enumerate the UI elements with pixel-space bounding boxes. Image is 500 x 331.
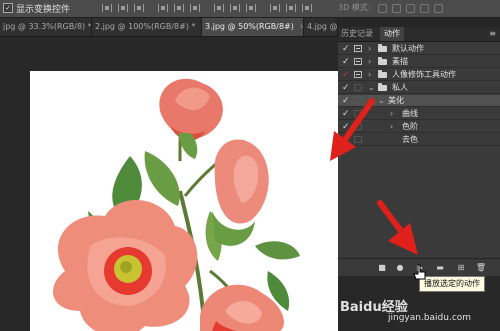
- 3d-drag-icon[interactable]: [406, 4, 415, 13]
- dialog-toggle-icon[interactable]: [354, 45, 362, 52]
- distribute-horizontal-center-icon[interactable]: [286, 4, 296, 12]
- action-set-label: 默认动作: [392, 44, 424, 53]
- action-set-portrait-retouch[interactable]: ✓ › 人像修饰工具动作: [338, 69, 500, 81]
- toggle-check-icon[interactable]: ✓: [342, 44, 350, 54]
- document-tab-2[interactable]: 2.jpg @ 100%(RGB/8#) *×: [92, 18, 202, 36]
- action-step-label: 色阶: [402, 122, 418, 131]
- chevron-right-icon[interactable]: ›: [368, 70, 371, 80]
- distribute-bottom-icon[interactable]: [246, 4, 256, 12]
- document-tab-3-active[interactable]: 3.jpg @ 50%(RGB/8#)×: [202, 18, 304, 36]
- document-tab-label: jpg @ 33.3%(RGB/8) *: [3, 22, 92, 31]
- align-vertical-center-icon[interactable]: [118, 4, 128, 12]
- chevron-down-icon[interactable]: ⌄: [378, 96, 385, 106]
- new-action-icon[interactable]: ⊞: [455, 262, 467, 274]
- chevron-right-icon[interactable]: ›: [390, 122, 393, 132]
- action-set-label: 人像修饰工具动作: [392, 70, 456, 79]
- align-left-icon[interactable]: [158, 4, 168, 12]
- action-step-label: 去色: [402, 135, 418, 144]
- chevron-right-icon[interactable]: ›: [368, 57, 371, 67]
- action-set-label: 素描: [392, 57, 408, 66]
- toggle-check-icon[interactable]: ✓: [342, 83, 350, 93]
- distribute-left-icon[interactable]: [270, 4, 280, 12]
- distribute-top-icon[interactable]: [214, 4, 224, 12]
- 3d-roll-icon[interactable]: [392, 4, 401, 13]
- show-transform-controls-checkbox[interactable]: ✓: [3, 3, 13, 13]
- show-transform-controls-label[interactable]: 显示变换控件: [16, 2, 70, 15]
- document-tab-label: 4.jpg @: [307, 22, 338, 31]
- align-bottom-icon[interactable]: [134, 4, 144, 12]
- action-set-label: 私人: [392, 83, 408, 92]
- chevron-right-icon[interactable]: ›: [368, 44, 371, 54]
- hibiscus-flower-illustration: [53, 78, 300, 331]
- dialog-toggle-icon[interactable]: [354, 71, 362, 78]
- folder-icon: [378, 70, 387, 78]
- document-tab-bar: jpg @ 33.3%(RGB/8) *× 2.jpg @ 100%(RGB/8…: [0, 18, 338, 37]
- chevron-down-icon[interactable]: ⌄: [368, 83, 375, 93]
- folder-icon: [378, 44, 387, 52]
- action-set-private[interactable]: ✓ ⌄ 私人: [338, 82, 500, 94]
- tab-actions[interactable]: 动作: [380, 27, 404, 41]
- panel-tab-bar: 历史记录 动作 ≡: [338, 27, 500, 42]
- record-icon[interactable]: ●: [394, 262, 406, 274]
- mode-3d-label: 3D 模式:: [338, 3, 371, 12]
- 3d-slide-icon[interactable]: [420, 4, 429, 13]
- red-annotation-arrow-icon: [377, 200, 418, 255]
- tab-history[interactable]: 历史记录: [341, 27, 379, 41]
- distribute-right-icon[interactable]: [302, 4, 312, 12]
- play-selected-action-tooltip: 播放选定的动作: [419, 276, 485, 292]
- stop-icon[interactable]: ■: [376, 262, 388, 274]
- action-label: 美化: [388, 96, 404, 105]
- canvas-area[interactable]: [0, 37, 338, 331]
- action-set-default[interactable]: ✓ › 默认动作: [338, 43, 500, 55]
- action-step-label: 曲线: [402, 109, 418, 118]
- toggle-check-icon[interactable]: ✓: [342, 57, 350, 67]
- action-set-sketch[interactable]: ✓ › 素描: [338, 56, 500, 68]
- 3d-scale-icon[interactable]: [434, 4, 443, 13]
- document-tab-4[interactable]: 4.jpg @: [304, 18, 338, 36]
- folder-icon: [378, 57, 387, 65]
- new-set-folder-icon[interactable]: ▬: [434, 262, 446, 274]
- chevron-right-icon[interactable]: ›: [390, 109, 393, 119]
- dialog-toggle-icon[interactable]: [354, 58, 362, 65]
- align-right-icon[interactable]: [190, 4, 200, 12]
- red-annotation-arrow-icon: [330, 98, 375, 161]
- options-bar: ✓ 显示变换控件 3D 模式:: [0, 0, 500, 18]
- hand-cursor-icon: [413, 264, 426, 280]
- dialog-toggle-icon[interactable]: [354, 84, 362, 91]
- delete-icon[interactable]: 🗑: [475, 262, 487, 274]
- folder-open-icon: [378, 83, 387, 91]
- align-top-icon[interactable]: [102, 4, 112, 12]
- document-tab-1[interactable]: jpg @ 33.3%(RGB/8) *×: [0, 18, 92, 36]
- document-tab-label: 2.jpg @ 100%(RGB/8#) *: [95, 22, 196, 31]
- 3d-rotate-icon[interactable]: [378, 4, 387, 13]
- document-canvas[interactable]: [30, 71, 338, 331]
- panel-menu-icon[interactable]: ≡: [489, 29, 496, 38]
- align-horizontal-center-icon[interactable]: [174, 4, 184, 12]
- document-tab-label: 3.jpg @ 50%(RGB/8#): [205, 22, 294, 31]
- watermark-url: jingyan.baidu.com: [388, 313, 472, 323]
- toggle-check-icon[interactable]: ✓: [342, 70, 350, 80]
- distribute-vertical-center-icon[interactable]: [230, 4, 240, 12]
